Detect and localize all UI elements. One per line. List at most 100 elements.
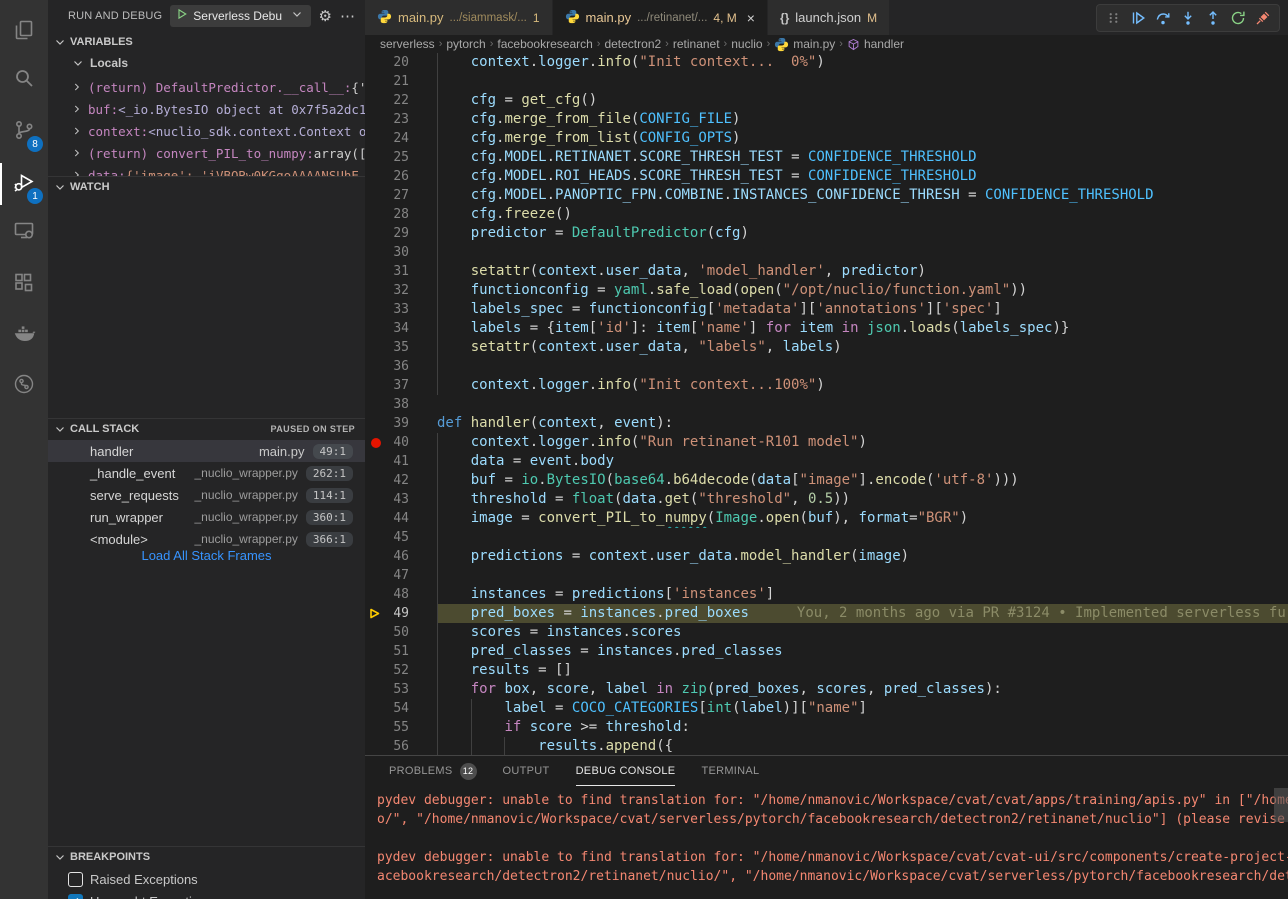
editor-tab[interactable]: main.py.../retinanet/...4, M× xyxy=(553,0,768,35)
editor-gutter[interactable]: 21 xyxy=(365,72,437,91)
editor-gutter[interactable]: 45 xyxy=(365,528,437,547)
code-line[interactable]: 22 cfg = get_cfg() xyxy=(365,91,1288,110)
editor-gutter[interactable]: 42 xyxy=(365,471,437,490)
code-editor[interactable]: 20 context.logger.info("Init context... … xyxy=(365,53,1288,756)
editor-gutter[interactable]: 37 xyxy=(365,376,437,395)
code-line[interactable]: 30 xyxy=(365,243,1288,262)
toolbar-drag-handle[interactable] xyxy=(1102,7,1124,29)
breakpoints-section-header[interactable]: BREAKPOINTS xyxy=(48,846,365,867)
variable-row[interactable]: (return) DefaultPredictor.__call__: {'in… xyxy=(48,76,365,98)
breadcrumb-item[interactable]: nuclio xyxy=(731,37,762,51)
code-line[interactable]: 41 data = event.body xyxy=(365,452,1288,471)
editor-gutter[interactable]: 43 xyxy=(365,490,437,509)
editor-gutter[interactable]: 32 xyxy=(365,281,437,300)
code-line[interactable]: 48 instances = predictions['instances'] xyxy=(365,585,1288,604)
code-line[interactable]: 31 setattr(context.user_data, 'model_han… xyxy=(365,262,1288,281)
breakpoint-row[interactable]: Raised Exceptions xyxy=(48,868,365,890)
code-line[interactable]: 36 xyxy=(365,357,1288,376)
code-line[interactable]: 40 context.logger.info("Run retinanet-R1… xyxy=(365,433,1288,452)
docker-activity-item[interactable] xyxy=(0,312,48,360)
editor-gutter[interactable]: 22 xyxy=(365,91,437,110)
code-line[interactable]: 54 label = COCO_CATEGORIES[int(label)]["… xyxy=(365,699,1288,718)
more-actions-icon[interactable]: ⋯ xyxy=(340,9,355,24)
breadcrumb-item[interactable]: facebookresearch xyxy=(497,37,592,51)
editor-gutter[interactable]: 51 xyxy=(365,642,437,661)
code-line[interactable]: 23 cfg.merge_from_file(CONFIG_FILE) xyxy=(365,110,1288,129)
editor-gutter[interactable]: 47 xyxy=(365,566,437,585)
code-line[interactable]: 35 setattr(context.user_data, "labels", … xyxy=(365,338,1288,357)
stack-frame-row[interactable]: _handle_event_nuclio_wrapper.py262:1 xyxy=(48,462,365,484)
editor-gutter[interactable]: 41 xyxy=(365,452,437,471)
code-line[interactable]: 39def handler(context, event): xyxy=(365,414,1288,433)
editor-gutter[interactable]: 35 xyxy=(365,338,437,357)
code-line[interactable]: 34 labels = {item['id']: item['name'] fo… xyxy=(365,319,1288,338)
variable-row[interactable]: buf: <_io.BytesIO object at 0x7f5a2dc1ec… xyxy=(48,98,365,120)
editor-gutter[interactable]: 30 xyxy=(365,243,437,262)
code-line[interactable]: 52 results = [] xyxy=(365,661,1288,680)
editor-gutter[interactable]: 56 xyxy=(365,737,437,756)
variables-scope-locals[interactable]: Locals xyxy=(48,52,365,74)
code-line[interactable]: 49 pred_boxes = instances.pred_boxesYou,… xyxy=(365,604,1288,623)
editor-gutter[interactable]: 31 xyxy=(365,262,437,281)
editor-tab[interactable]: main.py.../siammask/...1 xyxy=(365,0,553,35)
source-control-activity-item[interactable]: 8 xyxy=(0,108,48,156)
extensions-activity-item[interactable] xyxy=(0,260,48,308)
code-line[interactable]: 51 pred_classes = instances.pred_classes xyxy=(365,642,1288,661)
editor-gutter[interactable]: 49 xyxy=(365,604,437,623)
code-line[interactable]: 20 context.logger.info("Init context... … xyxy=(365,53,1288,72)
variables-section-header[interactable]: VARIABLES xyxy=(48,32,365,52)
code-line[interactable]: 32 functionconfig = yaml.safe_load(open(… xyxy=(365,281,1288,300)
continue-button[interactable] xyxy=(1127,7,1149,29)
breakpoint-row[interactable]: ✓Uncaught Exceptions xyxy=(48,890,365,899)
code-line[interactable]: 33 labels_spec = functionconfig['metadat… xyxy=(365,300,1288,319)
panel-tab-output[interactable]: OUTPUT xyxy=(503,756,550,786)
code-line[interactable]: 43 threshold = float(data.get("threshold… xyxy=(365,490,1288,509)
gear-icon[interactable]: ⚙ xyxy=(319,9,332,24)
load-all-stack-frames-link[interactable]: Load All Stack Frames xyxy=(48,548,365,563)
debug-config-dropdown[interactable]: Serverless Debu xyxy=(170,5,310,27)
stack-frame-row[interactable]: run_wrapper_nuclio_wrapper.py360:1 xyxy=(48,506,365,528)
code-line[interactable]: 24 cfg.merge_from_list(CONFIG_OPTS) xyxy=(365,129,1288,148)
checked-checkbox[interactable]: ✓ xyxy=(68,894,83,899)
code-line[interactable]: 27 cfg.MODEL.PANOPTIC_FPN.COMBINE.INSTAN… xyxy=(365,186,1288,205)
stack-frame-row[interactable]: handlermain.py49:1 xyxy=(48,440,365,462)
start-debug-icon[interactable] xyxy=(176,7,188,25)
editor-gutter[interactable]: 44 xyxy=(365,509,437,528)
code-line[interactable]: 26 cfg.MODEL.ROI_HEADS.SCORE_THRESH_TEST… xyxy=(365,167,1288,186)
restart-button[interactable] xyxy=(1227,7,1249,29)
close-icon[interactable]: × xyxy=(747,10,755,26)
remote-explorer-activity-item[interactable] xyxy=(0,208,48,256)
watch-section-header[interactable]: WATCH xyxy=(48,176,365,197)
editor-gutter[interactable]: 20 xyxy=(365,53,437,72)
editor-gutter[interactable]: 29 xyxy=(365,224,437,243)
variable-row[interactable]: context: <nuclio_sdk.context.Context obj… xyxy=(48,120,365,142)
code-line[interactable]: 47 xyxy=(365,566,1288,585)
breadcrumb-item[interactable]: main.py xyxy=(774,37,835,52)
explorer-activity-item[interactable] xyxy=(0,8,48,56)
step-over-button[interactable] xyxy=(1152,7,1174,29)
run-and-debug-activity-item[interactable]: 1 xyxy=(0,160,48,208)
code-line[interactable]: 44 image = convert_PIL_to_numpy(Image.op… xyxy=(365,509,1288,528)
code-line[interactable]: 46 predictions = context.user_data.model… xyxy=(365,547,1288,566)
editor-gutter[interactable]: 38 xyxy=(365,395,437,414)
editor-gutter[interactable]: 55 xyxy=(365,718,437,737)
panel-tab-debug-console[interactable]: DEBUG CONSOLE xyxy=(576,756,676,786)
step-into-button[interactable] xyxy=(1177,7,1199,29)
call-stack-section-header[interactable]: CALL STACK PAUSED ON STEP xyxy=(48,418,365,439)
breadcrumb-item[interactable]: handler xyxy=(847,37,904,51)
code-line[interactable]: 50 scores = instances.scores xyxy=(365,623,1288,642)
code-line[interactable]: 37 context.logger.info("Init context...1… xyxy=(365,376,1288,395)
editor-gutter[interactable]: 52 xyxy=(365,661,437,680)
code-line[interactable]: 38 xyxy=(365,395,1288,414)
stack-frame-row[interactable]: serve_requests_nuclio_wrapper.py114:1 xyxy=(48,484,365,506)
search-activity-item[interactable] xyxy=(0,56,48,104)
code-line[interactable]: 21 xyxy=(365,72,1288,91)
editor-gutter[interactable]: 40 xyxy=(365,433,437,452)
code-line[interactable]: 25 cfg.MODEL.RETINANET.SCORE_THRESH_TEST… xyxy=(365,148,1288,167)
breadcrumb-item[interactable]: pytorch xyxy=(446,37,485,51)
editor-gutter[interactable]: 39 xyxy=(365,414,437,433)
breadcrumb-item[interactable]: retinanet xyxy=(673,37,720,51)
editor-gutter[interactable]: 26 xyxy=(365,167,437,186)
editor-gutter[interactable]: 36 xyxy=(365,357,437,376)
variable-row[interactable]: (return) convert_PIL_to_numpy: array([[[… xyxy=(48,142,365,164)
